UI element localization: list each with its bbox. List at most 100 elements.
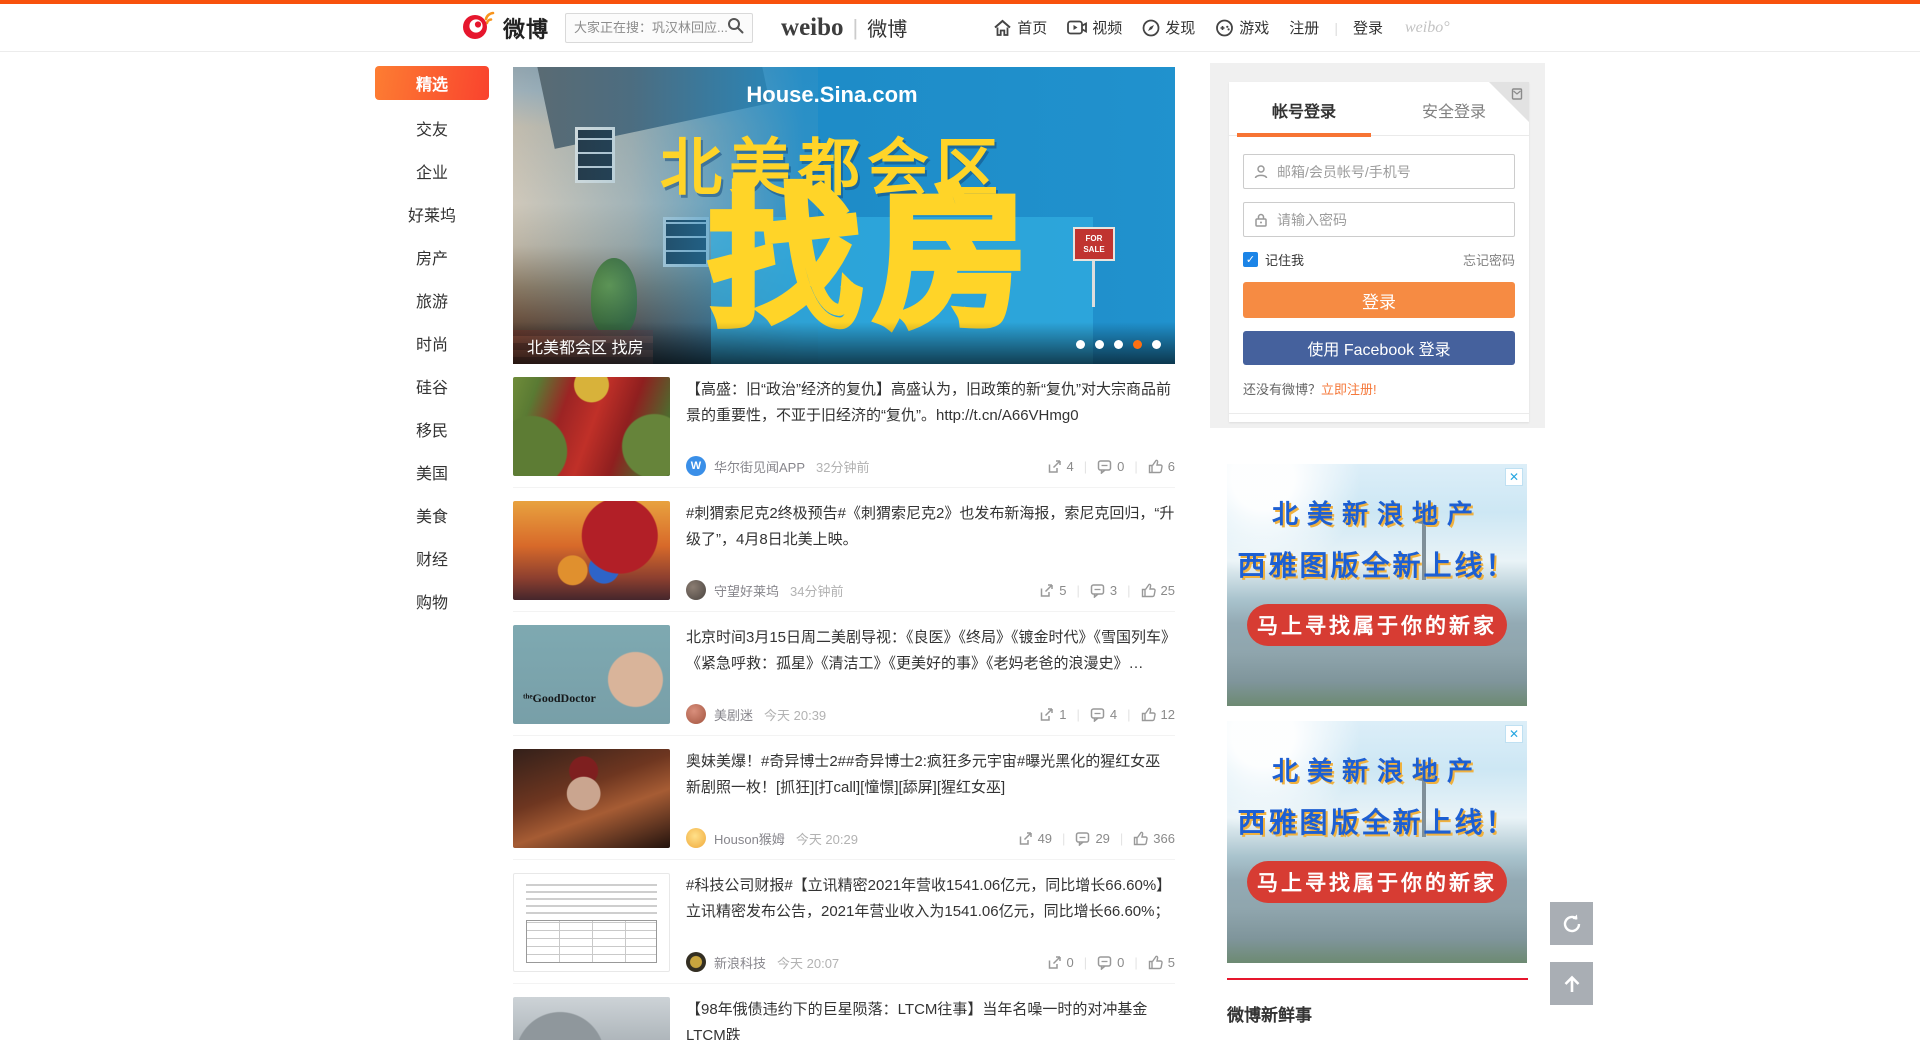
share-stat[interactable]: 0: [1047, 955, 1074, 970]
post-text[interactable]: 奥妹美爆！#奇异博士2##奇异博士2:疯狂多元宇宙#曝光黑化的猩红女巫新剧照一枚…: [686, 749, 1175, 801]
post-text[interactable]: #刺猬索尼克2终极预告#《刺猬索尼克2》也发布新海报，索尼克回归，“升级了”，4…: [686, 501, 1175, 553]
for-sale-sign: FOR SALE: [1073, 227, 1115, 261]
post-author[interactable]: 守望好莱坞: [714, 581, 779, 600]
sidebar-item-travel[interactable]: 旅游: [375, 278, 489, 321]
banner-site-url: House.Sina.com: [682, 82, 982, 108]
close-icon[interactable]: ✕: [1505, 468, 1523, 486]
like-stat[interactable]: 12: [1141, 707, 1175, 722]
user-icon: [1253, 164, 1269, 180]
comment-count: 4: [1110, 707, 1117, 722]
comment-stat[interactable]: 0: [1097, 955, 1124, 970]
sidebar-item-finance[interactable]: 财经: [375, 536, 489, 579]
comment-stat[interactable]: 3: [1090, 583, 1117, 598]
feed-post-4: 奥妹美爆！#奇异博士2##奇异博士2:疯狂多元宇宙#曝光黑化的猩红女巫新剧照一枚…: [513, 735, 1175, 859]
avatar[interactable]: [686, 828, 706, 848]
post-author[interactable]: 美剧迷: [714, 705, 753, 724]
nav-discover[interactable]: 发现: [1142, 17, 1195, 38]
sidebar-item-business[interactable]: 企业: [375, 149, 489, 192]
ad-cta-button[interactable]: 马上寻找属于你的新家: [1247, 861, 1507, 903]
post-author[interactable]: 新浪科技: [714, 953, 766, 972]
ad-title-line2: 西雅图版全新上线！: [1227, 801, 1527, 841]
login-button[interactable]: 登录: [1243, 282, 1515, 318]
share-stat[interactable]: 49: [1018, 831, 1052, 846]
carousel-dot-1[interactable]: [1076, 340, 1085, 349]
avatar[interactable]: [686, 952, 706, 972]
post-thumbnail-report[interactable]: [513, 873, 670, 972]
post-thumbnail-sonic[interactable]: [513, 501, 670, 600]
comment-icon: [1097, 955, 1112, 970]
share-stat[interactable]: 1: [1039, 707, 1066, 722]
sidebar-item-friends[interactable]: 交友: [375, 106, 489, 149]
carousel-dot-3[interactable]: [1114, 340, 1123, 349]
post-thumbnail-gooddoctor[interactable]: ᵗʰᵉGoodDoctor: [513, 625, 670, 724]
post-author[interactable]: Houson猴姆: [714, 829, 785, 848]
ad-cta-button[interactable]: 马上寻找属于你的新家: [1247, 604, 1507, 646]
post-thumbnail-ltcm[interactable]: [513, 997, 670, 1040]
nav-home[interactable]: 首页: [993, 17, 1047, 38]
sidebar-item-siliconvalley[interactable]: 硅谷: [375, 364, 489, 407]
ad-title-line1: 北美新浪地产: [1227, 494, 1527, 531]
carousel-dot-2[interactable]: [1095, 340, 1104, 349]
avatar[interactable]: W: [686, 456, 706, 476]
share-stat[interactable]: 4: [1047, 459, 1074, 474]
back-to-top-button[interactable]: [1550, 962, 1593, 1005]
search-box[interactable]: [565, 13, 753, 43]
forgot-password-link[interactable]: 忘记密码: [1463, 250, 1515, 269]
fresh-news-title: 微博新鲜事: [1227, 1001, 1528, 1026]
post-text[interactable]: 北京时间3月15日周二美剧导视：《良医》《终局》《镀金时代》《雪国列车》《紧急呼…: [686, 625, 1175, 677]
post-time: 32分钟前: [816, 457, 869, 476]
like-stat[interactable]: 25: [1141, 583, 1175, 598]
feed-post-1: 【高盛：旧“政治”经济的复仇】高盛认为，旧政策的新“复仇”对大宗商品前景的重要性…: [513, 364, 1175, 487]
nav-video[interactable]: 视频: [1067, 17, 1122, 38]
comment-stat[interactable]: 0: [1097, 459, 1124, 474]
post-thumbnail-hulkbuster[interactable]: [513, 377, 670, 476]
stat-divider: |: [1120, 831, 1123, 846]
search-input[interactable]: [574, 20, 727, 35]
tab-safe-login[interactable]: 安全登录: [1379, 98, 1529, 135]
like-stat[interactable]: 6: [1148, 459, 1175, 474]
carousel-banner[interactable]: House.Sina.com 北美都会区 找房 FOR SALE 北美都会区 找…: [513, 67, 1175, 364]
feed-post-6: 【98年俄债违约下的巨星陨落：LTCM往事】当年名噪一时的对冲基金LTCM跌: [513, 983, 1175, 1040]
remember-me-checkbox[interactable]: ✓: [1243, 252, 1258, 267]
post-text[interactable]: #科技公司财报#【立讯精密2021年营收1541.06亿元，同比增长66.60%…: [686, 873, 1175, 925]
sidebar-item-shopping[interactable]: 购物: [375, 579, 489, 622]
register-now-link[interactable]: 立即注册!: [1321, 382, 1377, 397]
ad-banner-sina-realestate-2[interactable]: 北美新浪地产 西雅图版全新上线！ 马上寻找属于你的新家 ✕: [1227, 721, 1527, 963]
tab-account-login[interactable]: 帐号登录: [1229, 98, 1379, 135]
carousel-dot-5[interactable]: [1152, 340, 1161, 349]
login-card-backdrop: 帐号登录 安全登录: [1210, 63, 1545, 428]
refresh-button[interactable]: [1550, 902, 1593, 945]
post-text[interactable]: 【高盛：旧“政治”经济的复仇】高盛认为，旧政策的新“复仇”对大宗商品前景的重要性…: [686, 377, 1175, 429]
share-stat[interactable]: 5: [1039, 583, 1066, 598]
like-stat[interactable]: 366: [1133, 831, 1175, 846]
sidebar-item-usa[interactable]: 美国: [375, 450, 489, 493]
sidebar-item-food[interactable]: 美食: [375, 493, 489, 536]
sidebar-item-immigration[interactable]: 移民: [375, 407, 489, 450]
register-link[interactable]: 注册: [1289, 17, 1319, 38]
sidebar-item-featured[interactable]: 精选: [375, 66, 489, 100]
sidebar-item-realestate[interactable]: 房产: [375, 235, 489, 278]
avatar[interactable]: [686, 580, 706, 600]
close-icon[interactable]: ✕: [1505, 725, 1523, 743]
sidebar-item-fashion[interactable]: 时尚: [375, 321, 489, 364]
username-input[interactable]: [1277, 164, 1505, 180]
login-link[interactable]: 登录: [1353, 17, 1383, 38]
search-icon[interactable]: [727, 17, 744, 39]
nav-game[interactable]: 游戏: [1215, 17, 1269, 38]
comment-stat[interactable]: 4: [1090, 707, 1117, 722]
ad-banner-sina-realestate-1[interactable]: 北美新浪地产 西雅图版全新上线！ 马上寻找属于你的新家 ✕: [1227, 464, 1527, 706]
facebook-login-button[interactable]: 使用 Facebook 登录: [1243, 331, 1515, 365]
nav-home-label: 首页: [1017, 17, 1047, 38]
comment-stat[interactable]: 29: [1075, 831, 1109, 846]
carousel-dots: [1076, 340, 1161, 349]
sidebar-item-hollywood[interactable]: 好莱坞: [375, 192, 489, 235]
post-author[interactable]: 华尔街见闻APP: [714, 457, 805, 476]
corner-wordmark[interactable]: weibo°: [1405, 19, 1450, 37]
like-stat[interactable]: 5: [1148, 955, 1175, 970]
post-text[interactable]: 【98年俄债违约下的巨星陨落：LTCM往事】当年名噪一时的对冲基金LTCM跌: [686, 997, 1175, 1040]
password-input[interactable]: [1277, 212, 1505, 228]
weibo-logo[interactable]: 微博: [462, 10, 549, 45]
post-thumbnail-scarletwitch[interactable]: [513, 749, 670, 848]
avatar[interactable]: [686, 704, 706, 724]
carousel-dot-4[interactable]: [1133, 340, 1142, 349]
